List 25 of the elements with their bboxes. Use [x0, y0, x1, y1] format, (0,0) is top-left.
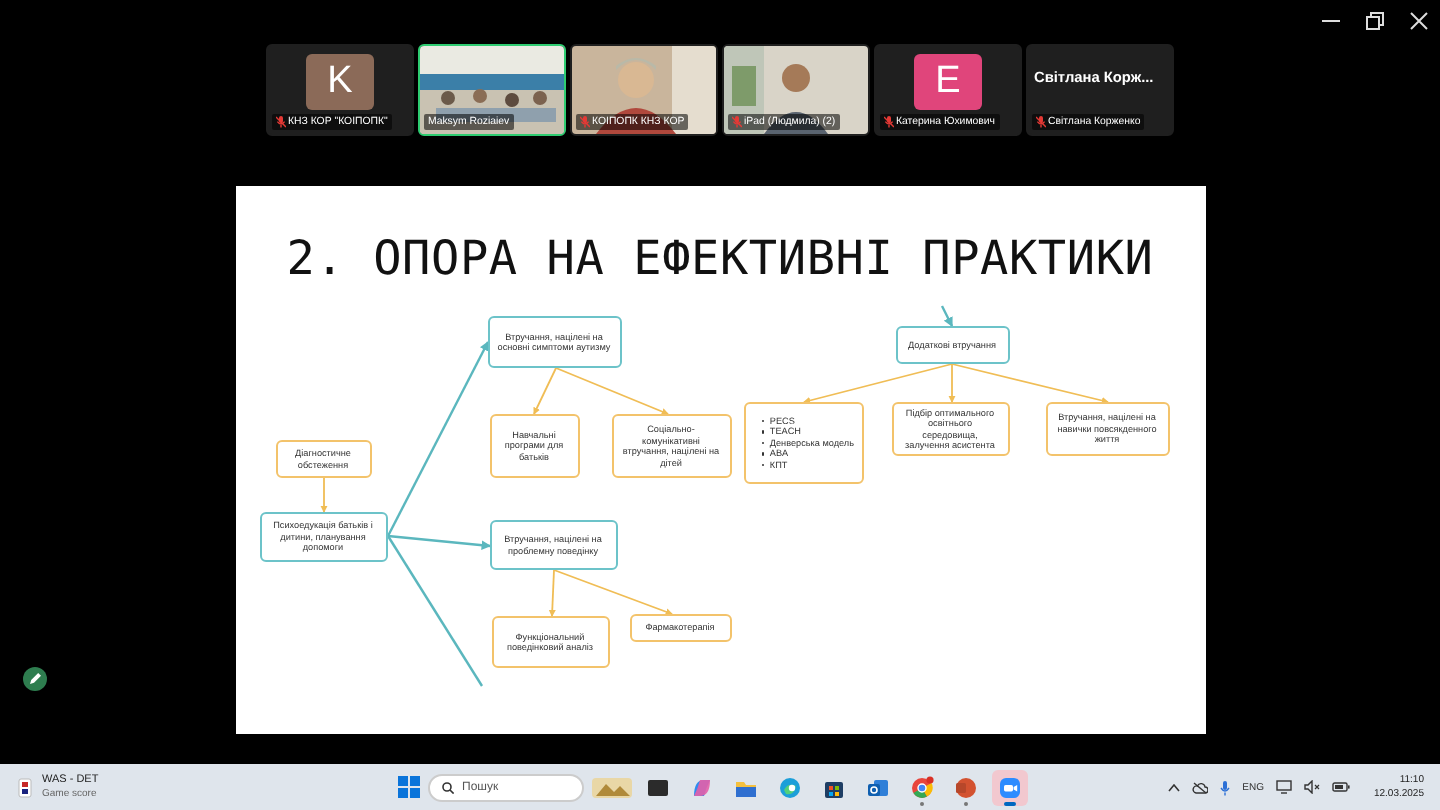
monitor-icon[interactable]: [1275, 780, 1292, 794]
windows-start-icon[interactable]: [398, 776, 420, 798]
microphone-icon[interactable]: [1220, 779, 1231, 795]
sports-icon[interactable]: [18, 777, 32, 797]
connector-arrow: [319, 477, 327, 513]
powerpoint-icon: [954, 775, 978, 799]
edge-icon: [778, 775, 802, 799]
copilot-icon: [690, 775, 714, 799]
chrome-icon: [910, 775, 934, 799]
cloud-off-icon[interactable]: [1192, 781, 1209, 793]
search-icon: [442, 781, 454, 793]
connector-arrow: [939, 305, 953, 328]
speaker-icon[interactable]: [1303, 780, 1320, 794]
avatar: E: [914, 54, 982, 110]
zoom-icon: [998, 775, 1022, 799]
avatar: K: [306, 54, 374, 110]
dark-icon: [646, 775, 670, 799]
outlook-icon: [866, 775, 890, 799]
battery-icon[interactable]: [1331, 782, 1350, 792]
close-icon[interactable]: [1410, 11, 1428, 29]
slide-title: 2. ОПОРА НА ЕФЕКТИВНІ ПРАКТИКИ: [286, 230, 1154, 286]
chevron-up-icon[interactable]: [1168, 783, 1181, 791]
annotate-icon[interactable]: [22, 666, 48, 692]
taskbar-app[interactable]: [992, 769, 1028, 805]
restore-icon[interactable]: [1366, 11, 1384, 29]
